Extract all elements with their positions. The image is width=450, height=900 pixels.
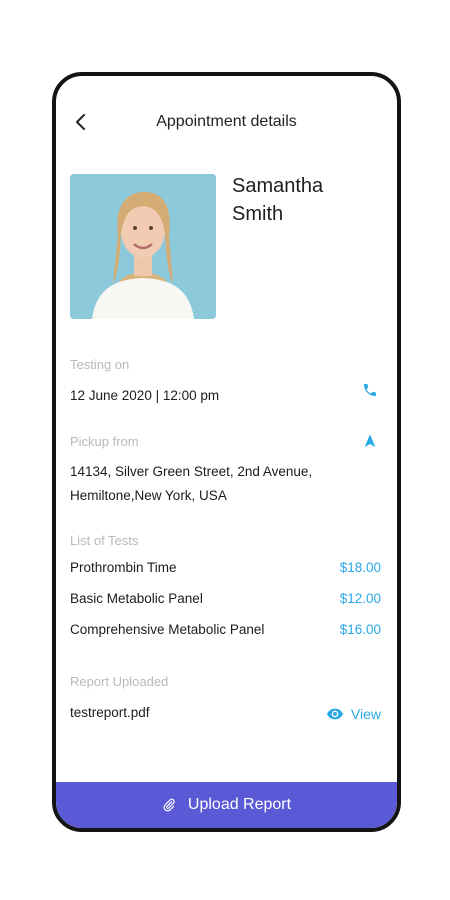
patient-last-name: Smith [232, 203, 284, 225]
eye-icon [326, 708, 343, 720]
navigate-button[interactable] [362, 433, 378, 454]
upload-report-button[interactable]: Upload Report [56, 782, 397, 828]
test-price: $18.00 [339, 560, 381, 575]
upload-label: Upload Report [187, 796, 292, 813]
test-price: $12.00 [339, 591, 381, 606]
test-name: Prothrombin Time [70, 560, 177, 575]
testing-datetime: 12 June 2020 | 12:00 pm [70, 388, 220, 403]
navigation-arrow-icon [364, 434, 376, 447]
call-button[interactable] [362, 382, 378, 403]
patient-name: Samantha Smith [232, 172, 323, 228]
test-row: Prothrombin Time $18.00 [70, 560, 381, 580]
test-row: Basic Metabolic Panel $12.00 [70, 591, 381, 611]
report-label: Report Uploaded [70, 674, 169, 689]
address-line-2: Hemiltone,New York, USA [70, 488, 227, 503]
patient-first-name: Samantha [232, 175, 324, 197]
paperclip-icon [163, 798, 175, 812]
test-row: Comprehensive Metabolic Panel $16.00 [70, 622, 381, 642]
patient-photo [70, 174, 216, 319]
tests-label: List of Tests [70, 533, 139, 548]
view-report-button[interactable]: View [326, 706, 381, 722]
phone-icon [364, 384, 376, 396]
testing-label: Testing on [70, 357, 130, 372]
page-title: Appointment details [156, 113, 297, 130]
view-label: View [350, 706, 381, 722]
report-filename: testreport.pdf [70, 705, 150, 720]
address-line-1: 14134, Silver Green Street, 2nd Avenue, [70, 464, 313, 479]
pickup-address: 14134, Silver Green Street, 2nd Avenue, … [70, 460, 360, 508]
pickup-label: Pickup from [70, 434, 139, 449]
app-header: Appointment details [56, 76, 397, 166]
phone-frame: Appointment details Samantha Smith Testi… [52, 72, 401, 832]
test-name: Basic Metabolic Panel [70, 591, 203, 606]
test-price: $16.00 [339, 622, 381, 637]
test-name: Comprehensive Metabolic Panel [70, 622, 265, 637]
